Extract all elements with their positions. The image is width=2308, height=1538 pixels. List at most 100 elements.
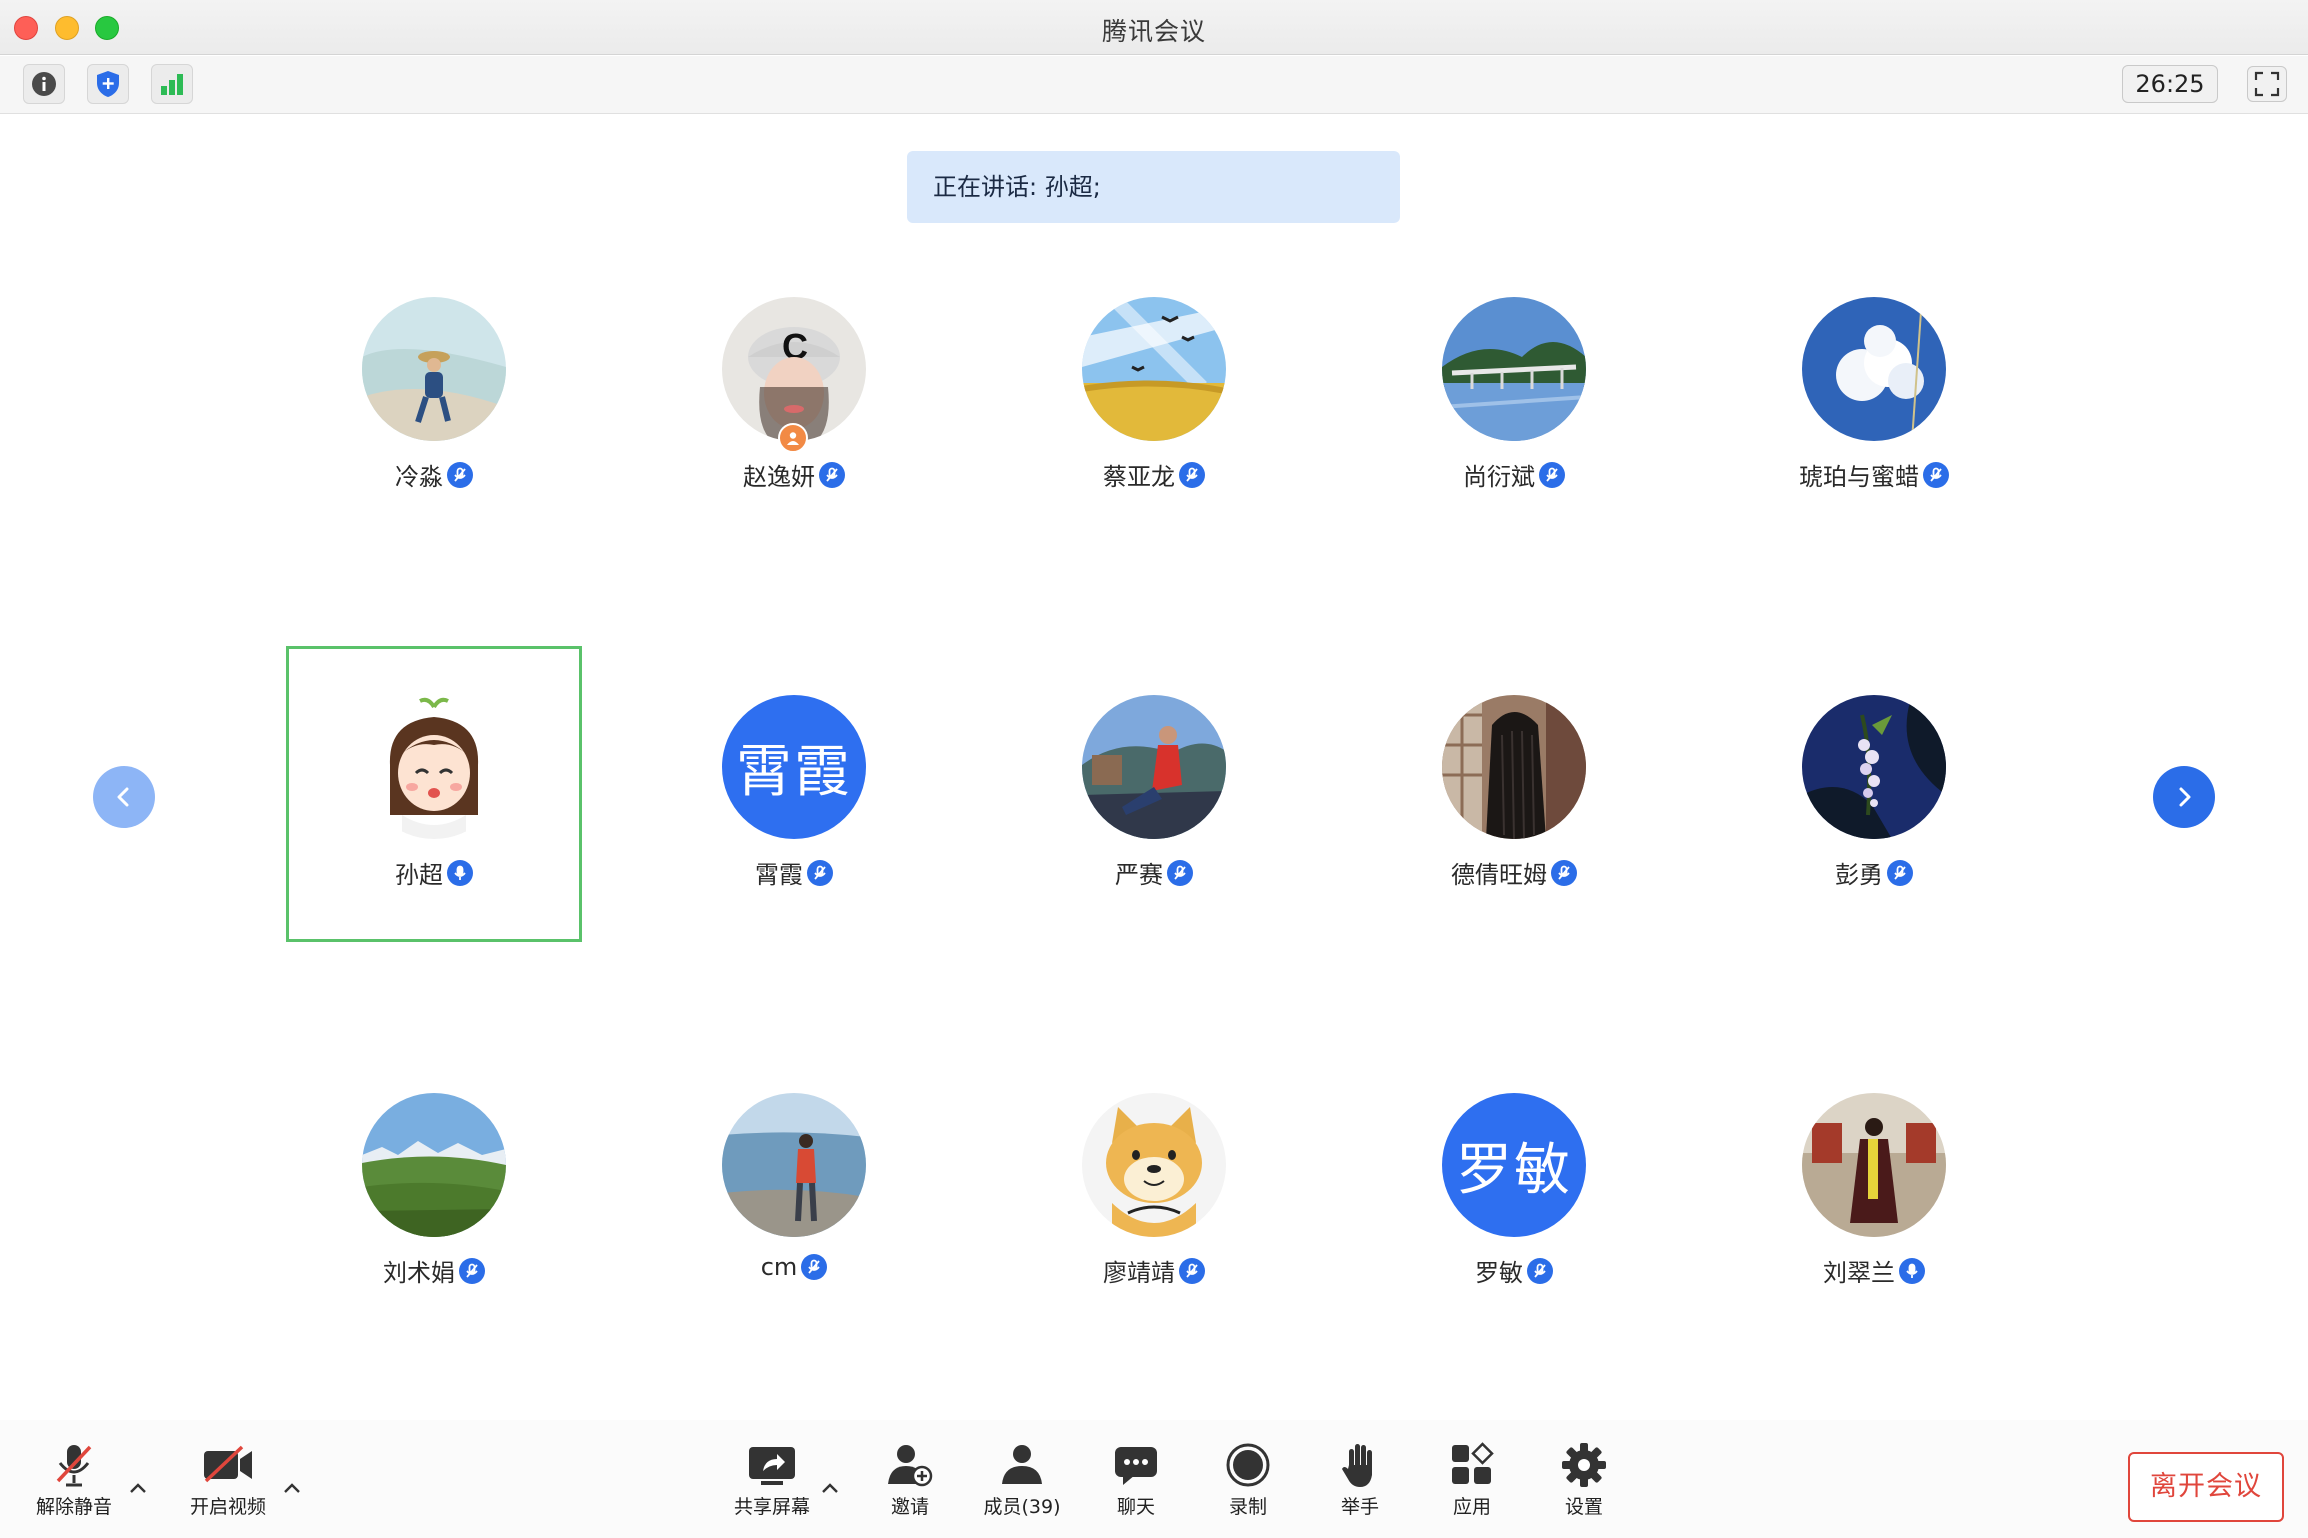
hand-icon	[1332, 1440, 1388, 1490]
security-button[interactable]	[87, 64, 129, 104]
share-screen-button[interactable]: 共享屏幕	[712, 1440, 832, 1520]
members-label: 成员(39)	[983, 1496, 1061, 1518]
participant-name: 严赛	[1004, 855, 1304, 890]
participant-tile[interactable]: 琥珀与蜜蜡	[1774, 297, 1974, 497]
network-status-button[interactable]	[151, 64, 193, 104]
avatar	[362, 297, 506, 441]
host-badge-icon	[778, 423, 808, 453]
microphone-active-icon	[1899, 1257, 1925, 1284]
avatar	[1442, 695, 1586, 839]
active-speaker-banner: 正在讲话: 孙超;	[907, 151, 1400, 223]
participant-tile[interactable]: 刘术娟	[334, 1093, 534, 1293]
participant-tile[interactable]: 严赛	[1054, 695, 1254, 895]
previous-page-button[interactable]	[93, 766, 155, 828]
microphone-muted-icon	[1887, 859, 1913, 886]
participant-name-text: 彭勇	[1835, 861, 1883, 889]
leave-meeting-button[interactable]: 离开会议	[2128, 1452, 2284, 1522]
participant-tile[interactable]: 彭勇	[1774, 695, 1974, 895]
fullscreen-button[interactable]	[2247, 66, 2287, 102]
unmute-button[interactable]: 解除静音	[14, 1440, 134, 1520]
participant-tile[interactable]: cm	[694, 1093, 894, 1293]
top-toolbar: 26:25	[0, 56, 2308, 114]
participant-tile[interactable]: 刘翠兰	[1774, 1093, 1974, 1293]
invite-button[interactable]: 邀请	[850, 1440, 970, 1520]
participant-name-text: 赵逸妍	[743, 463, 815, 491]
avatar: C	[722, 297, 866, 441]
participant-tile[interactable]: 尚衍斌	[1414, 297, 1614, 497]
participant-tile[interactable]: 蔡亚龙	[1054, 297, 1254, 497]
start-video-button[interactable]: 开启视频	[168, 1440, 288, 1520]
participant-name-text: 琥珀与蜜蜡	[1799, 463, 1919, 491]
participant-name-text: 冷淼	[395, 463, 443, 491]
chat-label: 聊天	[1116, 1496, 1155, 1518]
meeting-info-button[interactable]	[23, 64, 65, 104]
video-off-icon	[200, 1440, 256, 1490]
participant-tile[interactable]: C 赵逸妍	[694, 297, 894, 497]
avatar: 霄霞	[722, 695, 866, 839]
participant-name: 德倩旺姆	[1364, 855, 1664, 890]
participant-tile[interactable]: 霄霞 霄霞	[694, 695, 894, 895]
participant-tile[interactable]: 冷淼	[334, 297, 534, 497]
microphone-muted-icon	[1527, 1257, 1553, 1284]
raise-hand-button[interactable]: 举手	[1300, 1440, 1420, 1520]
shield-icon	[97, 71, 119, 97]
window-title: 腾讯会议	[1101, 17, 1206, 46]
avatar	[1442, 297, 1586, 441]
next-page-button[interactable]	[2153, 766, 2215, 828]
chat-button[interactable]: 聊天	[1076, 1440, 1196, 1520]
participant-name-text: 刘术娟	[383, 1259, 455, 1287]
participant-name: 刘翠兰	[1724, 1253, 2024, 1288]
share-options-caret[interactable]	[820, 1478, 840, 1498]
settings-button[interactable]: 设置	[1524, 1440, 1644, 1520]
participant-name: 彭勇	[1724, 855, 2024, 890]
gear-icon	[1556, 1440, 1612, 1490]
participant-name-text: 蔡亚龙	[1103, 463, 1175, 491]
avatar	[1082, 695, 1226, 839]
participant-name: 霄霞	[644, 855, 944, 890]
chat-icon	[1108, 1440, 1164, 1490]
record-button[interactable]: 录制	[1188, 1440, 1308, 1520]
microphone-active-icon	[447, 859, 473, 886]
signal-bars-icon	[161, 74, 183, 95]
fullscreen-icon	[2254, 71, 2280, 97]
participant-tile[interactable]: 廖靖靖	[1054, 1093, 1254, 1293]
video-options-caret[interactable]	[282, 1478, 302, 1498]
microphone-muted-icon	[1923, 461, 1949, 488]
microphone-off-icon	[46, 1440, 102, 1490]
participant-name-text: 尚衍斌	[1463, 463, 1535, 491]
participant-name: 廖靖靖	[1004, 1253, 1304, 1288]
add-person-icon	[882, 1440, 938, 1490]
participant-name: 尚衍斌	[1364, 457, 1664, 492]
apps-grid-icon	[1444, 1440, 1500, 1490]
microphone-muted-icon	[807, 859, 833, 886]
microphone-muted-icon	[1539, 461, 1565, 488]
members-button[interactable]: 成员(39)	[962, 1440, 1082, 1520]
audio-options-caret[interactable]	[128, 1478, 148, 1498]
participant-tile[interactable]: 罗敏 罗敏	[1414, 1093, 1614, 1293]
participant-name: 孙超	[284, 855, 584, 890]
participant-tile[interactable]: 德倩旺姆	[1414, 695, 1614, 895]
participant-name-text: 德倩旺姆	[1451, 861, 1547, 889]
participant-name: cm	[644, 1253, 944, 1281]
microphone-muted-icon	[1167, 859, 1193, 886]
title-bar: 腾讯会议	[0, 0, 2308, 55]
microphone-muted-icon	[447, 461, 473, 488]
microphone-muted-icon	[801, 1254, 828, 1280]
participant-name-text: cm	[760, 1253, 798, 1281]
settings-label: 设置	[1564, 1496, 1603, 1518]
meeting-timer: 26:25	[2122, 65, 2218, 103]
chevron-left-icon	[117, 787, 129, 807]
avatar	[1802, 297, 1946, 441]
avatar	[362, 695, 506, 839]
participant-name-text: 霄霞	[755, 861, 803, 889]
microphone-muted-icon	[1179, 461, 1205, 488]
avatar	[1082, 297, 1226, 441]
participant-name: 罗敏	[1364, 1253, 1664, 1288]
record-icon	[1220, 1440, 1276, 1490]
participant-tile[interactable]: 孙超	[334, 695, 534, 895]
apps-button[interactable]: 应用	[1412, 1440, 1532, 1520]
microphone-muted-icon	[1551, 859, 1577, 886]
apps-label: 应用	[1452, 1496, 1491, 1518]
share-screen-label: 共享屏幕	[733, 1496, 810, 1518]
members-icon	[994, 1440, 1050, 1490]
